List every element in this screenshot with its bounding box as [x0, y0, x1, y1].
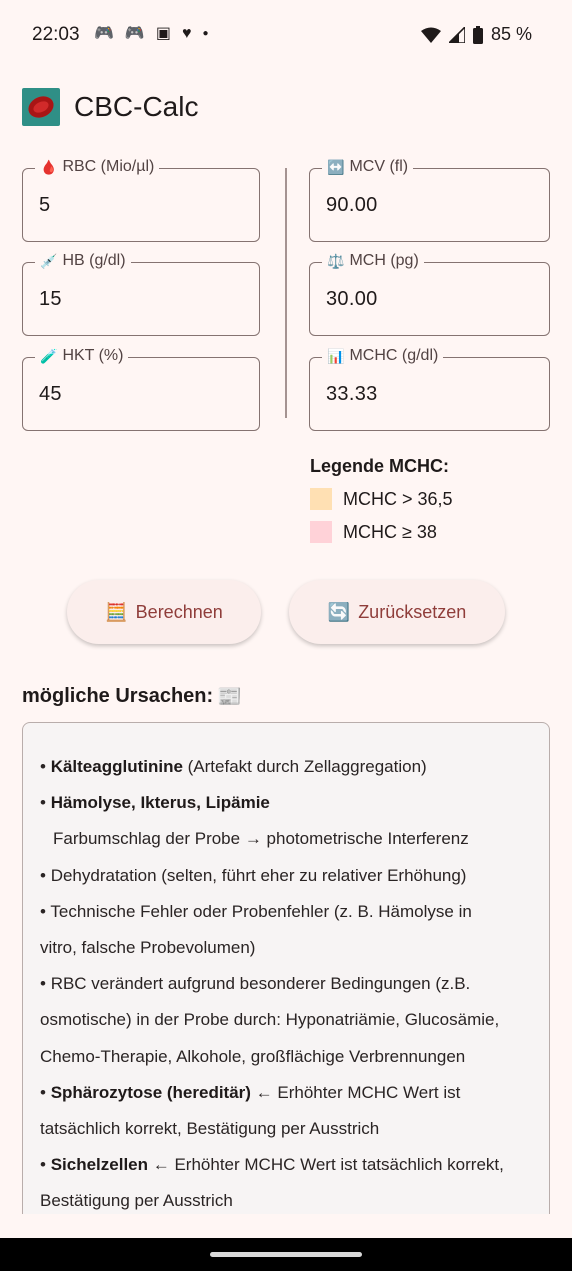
rbc-value: 5 — [39, 194, 51, 216]
cause-text: ← Erhöhter MCHC Wert ist — [250, 1082, 461, 1102]
mch-label: ⚖️ MCH (pg) — [322, 252, 424, 270]
signal-icon — [448, 26, 465, 43]
legend-label: MCHC > 36,5 — [343, 488, 453, 509]
mchc-field[interactable]: 📊 MCHC (g/dl) 33.33 — [309, 347, 550, 431]
heart-icon: ♥ — [181, 25, 192, 42]
legend-label: MCHC ≥ 38 — [343, 521, 437, 542]
cause-text: osmotische) in der Probe durch: Hyponatr… — [40, 1010, 500, 1030]
cause-line: • RBC verändert aufgrund besonderer Bedi… — [40, 974, 471, 994]
cause-line: • Sphärozytose (hereditär) ← Erhöhter MC… — [40, 1082, 461, 1102]
blood-cell-icon — [22, 88, 60, 126]
cause-text: Technische Fehler oder Probenfehler (z. … — [50, 901, 472, 921]
battery-level: 85 % — [490, 24, 532, 44]
bottom-area — [0, 1214, 572, 1238]
legend-item: MCHC > 36,5 — [310, 488, 453, 510]
cause-term: Sphärozytose (hereditär) — [50, 1082, 251, 1102]
syringe-icon: 💉 — [40, 252, 58, 269]
cause-text: Chemo-Therapie, Alkohole, großflächige V… — [40, 1046, 466, 1066]
bar-chart-icon: 📊 — [327, 347, 345, 364]
mch-value: 30.00 — [326, 288, 378, 310]
app-bar: CBC-Calc — [22, 86, 198, 128]
blood-drop-icon: 🩸 — [40, 158, 58, 175]
app-title: CBC-Calc — [74, 91, 199, 122]
cause-text: (Artefakt durch Zellaggregation) — [182, 757, 427, 776]
test-tube-icon: 🧪 — [40, 347, 58, 364]
hkt-field[interactable]: 🧪 HKT (%) 45 — [22, 347, 260, 431]
cause-term: Sichelzellen — [50, 1155, 149, 1175]
cause-line: • Technische Fehler oder Probenfehler (z… — [40, 901, 472, 921]
battery-icon — [472, 25, 483, 44]
cause-term: Hämolyse, Ikterus, Lipämie — [50, 793, 270, 813]
legend-swatch-pink — [310, 521, 332, 543]
mcv-field[interactable]: ↔️ MCV (fl) 90.00 — [309, 158, 550, 242]
rbc-field[interactable]: 🩸 RBC (Mio/µl) 5 — [22, 158, 260, 242]
cause-text: tatsächlich korrekt, Bestätigung per Aus… — [40, 1119, 380, 1139]
cause-line: Farbumschlag der Probe → photometrische … — [40, 821, 540, 857]
cause-line: • Hämolyse, Ikterus, Lipämie — [40, 793, 270, 813]
cause-text: Bestätigung per Ausstrich — [40, 1191, 233, 1211]
cause-text: RBC verändert aufgrund besonderer Beding… — [50, 974, 471, 994]
home-gesture-handle[interactable] — [210, 1252, 362, 1257]
causes-box[interactable]: • Kälteagglutinine (Artefakt durch Zella… — [22, 722, 550, 1242]
cause-text: Farbumschlag der Probe → photometrische … — [53, 829, 469, 849]
dot-icon: ● — [202, 28, 209, 39]
hb-field[interactable]: 💉 HB (g/dl) 15 — [22, 252, 260, 336]
legend-item: MCHC ≥ 38 — [310, 521, 437, 543]
cause-line: vitro, falsche Probevolumen) — [40, 930, 540, 966]
controller-icon: 🎮 — [94, 25, 114, 42]
controller-icon: 🎮 — [124, 25, 145, 42]
mchc-value: 33.33 — [326, 383, 378, 405]
cause-line: Chemo-Therapie, Alkohole, großflächige V… — [40, 1039, 540, 1075]
twitch-icon: ▣ — [155, 25, 171, 42]
cause-term: Kälteagglutinine — [50, 757, 183, 776]
hkt-label: 🧪 HKT (%) — [35, 347, 129, 365]
cause-line: • Kälteagglutinine (Artefakt durch Zella… — [40, 757, 427, 776]
cause-line: tatsächlich korrekt, Bestätigung per Aus… — [40, 1111, 540, 1147]
hb-label: 💉 HB (g/dl) — [35, 252, 131, 270]
newspaper-icon: 📰 — [217, 686, 243, 708]
hb-value: 15 — [39, 288, 62, 310]
cause-line: osmotische) in der Probe durch: Hyponatr… — [40, 1002, 540, 1038]
causes-list: • Kälteagglutinine (Artefakt durch Zella… — [40, 749, 540, 1220]
mcv-value: 90.00 — [326, 194, 378, 216]
rbc-label: 🩸 RBC (Mio/µl) — [35, 158, 160, 176]
navigation-bar — [0, 1238, 572, 1271]
mch-field[interactable]: ⚖️ MCH (pg) 30.00 — [309, 252, 550, 336]
reset-button[interactable]: 🔄 Zurücksetzen — [289, 580, 505, 644]
cause-line: • Sichelzellen ← Erhöhter MCHC Wert ist … — [40, 1155, 504, 1175]
column-divider — [285, 168, 287, 418]
status-time: 22:03 — [32, 24, 80, 45]
scales-icon: ⚖️ — [327, 252, 345, 269]
left-right-arrow-icon: ↔️ — [327, 158, 345, 175]
status-bar: 22:03 🎮 🎮 ▣ ♥ ● 85 % — [0, 0, 572, 68]
cause-text: vitro, falsche Probevolumen) — [40, 938, 256, 958]
wifi-icon — [420, 27, 441, 43]
legend-title: Legende MCHC: — [310, 456, 449, 476]
mcv-label: ↔️ MCV (fl) — [322, 158, 414, 176]
refresh-icon: 🔄 — [327, 601, 351, 622]
calculate-button[interactable]: 🧮 Berechnen — [67, 580, 261, 644]
abacus-icon: 🧮 — [105, 601, 128, 622]
hkt-value: 45 — [39, 383, 62, 405]
system-icons: 85 % — [420, 24, 532, 45]
notification-icons: 🎮 🎮 ▣ ♥ ● — [94, 25, 209, 43]
legend-swatch-orange — [310, 488, 332, 510]
cause-line: • Dehydratation (selten, führt eher zu r… — [40, 865, 467, 885]
cause-text: Dehydratation (selten, führt eher zu rel… — [50, 865, 467, 885]
mchc-label: 📊 MCHC (g/dl) — [322, 347, 444, 365]
cause-text: ← Erhöhter MCHC Wert ist tatsächlich kor… — [148, 1155, 504, 1175]
causes-title: mögliche Ursachen: 📰 — [22, 685, 243, 708]
